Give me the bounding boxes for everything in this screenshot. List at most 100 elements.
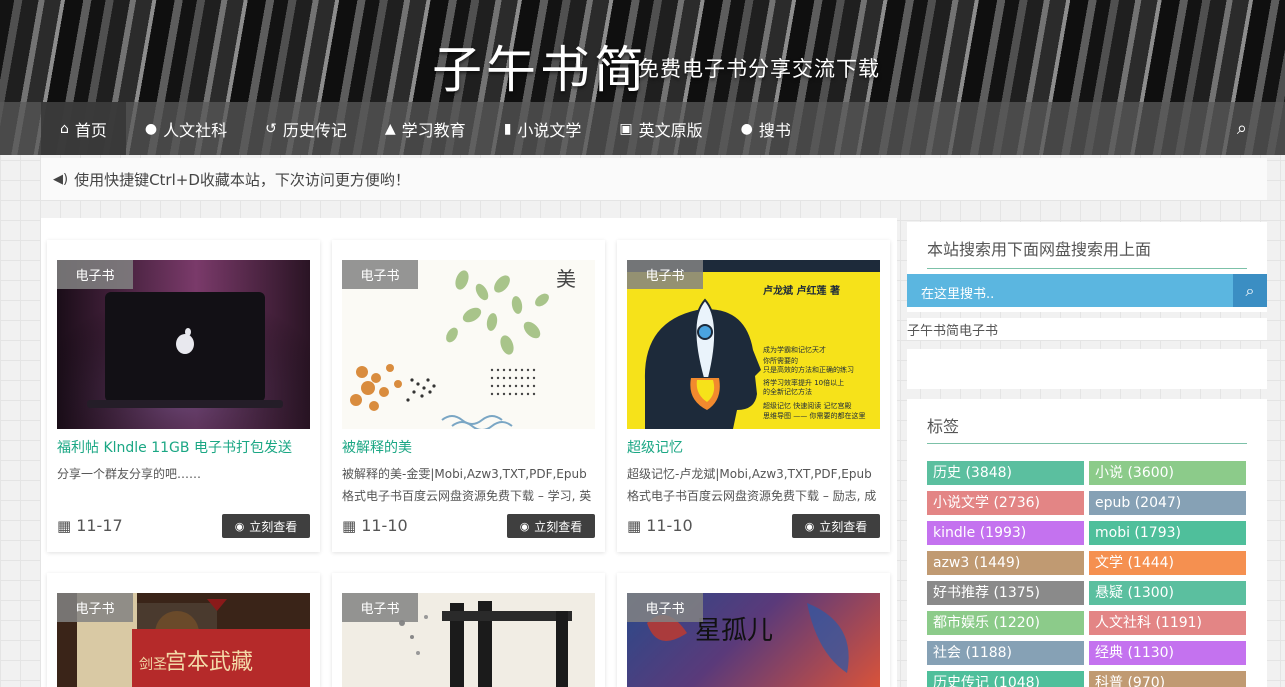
tag-chip[interactable]: 科普 (970): [1089, 671, 1246, 687]
tag-chip[interactable]: 小说 (3600): [1089, 461, 1246, 485]
post-card: 星孤儿 电子书: [617, 573, 890, 687]
search-icon[interactable]: ⌕: [1237, 118, 1247, 139]
post-excerpt: 被解释的美-金雯|Mobi,Azw3,TXT,PDF,Epub格式电子书百度云网…: [342, 467, 592, 503]
nav-item[interactable]: ▣ 英文原版: [600, 102, 721, 155]
globe-icon: ●: [740, 120, 753, 137]
post-thumbnail[interactable]: 卢龙斌 卢红莲 著 成为学霸和记忆天才 你所需要的 只是高效的方法和正确的练习 …: [627, 260, 880, 429]
tag-chip[interactable]: kindle (1993): [927, 521, 1084, 545]
post-date-text: 11-10: [361, 516, 408, 535]
nav-item-label: 搜书: [758, 120, 791, 140]
category-badge[interactable]: 电子书: [57, 593, 133, 622]
main-nav: ⌂ 首页 ● 人文社科 ↺ 历史传记 ▲ 学习教育 ▮ 小说文学 ▣ 英文原版 ● 搜书 ⌕: [0, 102, 1285, 155]
nav-item-label: 历史传记: [282, 120, 347, 140]
category-badge[interactable]: 电子书: [627, 593, 703, 622]
eye-icon: ◉: [519, 519, 530, 533]
nav-item[interactable]: ⌂ 首页: [41, 102, 126, 155]
nav-item[interactable]: ▮ 小说文学: [485, 102, 601, 155]
nav-item-label: 小说文学: [517, 120, 582, 140]
svg-text:你所需要的: 你所需要的: [763, 356, 798, 365]
nav-item[interactable]: ● 人文社科: [126, 102, 246, 155]
nav-item[interactable]: ▲ 学习教育: [366, 102, 485, 155]
post-title[interactable]: 被解释的美: [342, 437, 412, 457]
image-widget: 子午书简电子书: [907, 318, 1267, 340]
tag-chip[interactable]: 人文社科 (1191): [1089, 611, 1246, 635]
search-submit-button[interactable]: ⌕: [1233, 274, 1267, 307]
post-date-text: 11-17: [76, 516, 123, 535]
category-badge[interactable]: 电子书: [342, 593, 418, 622]
post-card: 电子书: [332, 573, 605, 687]
eye-icon: ◉: [234, 519, 245, 533]
post-date: ▦ 11-10: [342, 516, 408, 535]
tag-chip[interactable]: azw3 (1449): [927, 551, 1084, 575]
svg-text:超级记忆 快速阅读 记忆宫殿: 超级记忆 快速阅读 记忆宫殿: [763, 401, 851, 410]
tag-chip[interactable]: 文学 (1444): [1089, 551, 1246, 575]
post-title[interactable]: 福利帖 Klndle 11GB 电子书打包发送: [57, 437, 292, 457]
site-subtitle: 免费电子书分享交流下载: [638, 57, 880, 81]
read-more-label: 立刻查看: [819, 519, 868, 534]
post-thumbnail[interactable]: 宫本武藏 剑圣 电子书: [57, 593, 310, 687]
svg-text:只是高效的方法和正确的练习: 只是高效的方法和正确的练习: [763, 365, 854, 374]
broken-image-alt[interactable]: 子午书简电子书: [907, 320, 998, 339]
tag-chip[interactable]: epub (2047): [1089, 491, 1246, 515]
tags-heading: 标签: [927, 417, 960, 436]
blank-widget: [907, 349, 1267, 389]
calendar-icon: ▦: [342, 516, 357, 535]
graduation-cap-icon: ▲: [384, 120, 396, 137]
post-date: ▦ 11-17: [57, 516, 123, 535]
post-thumbnail[interactable]: 美 电子书: [342, 260, 595, 429]
cover-char: 美: [556, 267, 576, 291]
post-thumbnail[interactable]: 星孤儿 电子书: [627, 593, 880, 687]
post-excerpt: 分享一个群友分享的吧……: [57, 467, 202, 481]
post-card: 美 电子书 被解释的美 被解释的美-金雯|Mobi,Azw3,TXT,PDF,E…: [332, 240, 605, 552]
site-search-form: 在这里搜书.. ⌕: [907, 274, 1267, 307]
read-more-label: 立刻查看: [534, 519, 583, 534]
post-card: 宫本武藏 剑圣 电子书: [47, 573, 320, 687]
category-badge[interactable]: 电子书: [342, 260, 418, 289]
category-badge[interactable]: 电子书: [57, 260, 133, 289]
divider: [927, 443, 1247, 444]
post-card: 电子书 福利帖 Klndle 11GB 电子书打包发送 分享一个群友分享的吧………: [47, 240, 320, 552]
nav-item-label: 英文原版: [638, 120, 703, 140]
calendar-icon: ▦: [627, 516, 642, 535]
site-title[interactable]: 子午书简: [432, 30, 648, 102]
tag-chip[interactable]: 社会 (1188): [927, 641, 1084, 665]
search-widget-heading: 本站搜索用下面网盘搜索用上面: [927, 240, 1152, 259]
read-more-button[interactable]: ◉ 立刻查看: [792, 514, 880, 538]
nav-item[interactable]: ● 搜书: [722, 102, 810, 155]
history-icon: ↺: [265, 120, 277, 137]
nav-item-label: 首页: [74, 120, 107, 140]
svg-text:思维导图 —— 你需要的都在这里: 思维导图 —— 你需要的都在这里: [763, 411, 865, 420]
tag-chip[interactable]: 都市娱乐 (1220): [927, 611, 1084, 635]
cover-side-text: 剑圣: [139, 657, 167, 673]
volume-icon: ◀): [53, 171, 69, 187]
cover-title: 星孤儿: [695, 616, 773, 646]
tag-chip[interactable]: mobi (1793): [1089, 521, 1246, 545]
read-more-button[interactable]: ◉ 立刻查看: [222, 514, 310, 538]
book-icon: ▮: [503, 120, 512, 137]
tag-chip[interactable]: 小说文学 (2736): [927, 491, 1084, 515]
tag-chip[interactable]: 历史 (3848): [927, 461, 1084, 485]
nav-item[interactable]: ↺ 历史传记: [246, 102, 366, 155]
category-badge[interactable]: 电子书: [627, 260, 703, 289]
globe-icon: ●: [144, 120, 158, 137]
home-icon: ⌂: [60, 120, 69, 137]
svg-text:将学习效率提升 10倍以上: 将学习效率提升 10倍以上: [763, 378, 844, 387]
nav-item-label: 学习教育: [401, 120, 466, 140]
post-card: 卢龙斌 卢红莲 著 成为学霸和记忆天才 你所需要的 只是高效的方法和正确的练习 …: [617, 240, 890, 552]
tag-chip[interactable]: 经典 (1130): [1089, 641, 1246, 665]
post-title[interactable]: 超级记忆: [627, 437, 683, 457]
tag-chip[interactable]: 悬疑 (1300): [1089, 581, 1246, 605]
post-thumbnail[interactable]: 电子书: [342, 593, 595, 687]
divider: [927, 268, 1247, 269]
read-more-button[interactable]: ◉ 立刻查看: [507, 514, 595, 538]
search-input[interactable]: 在这里搜书..: [921, 283, 994, 302]
notice-bar: ◀) 使用快捷键Ctrl+D收藏本站，下次访问更方便哟！: [41, 158, 1267, 200]
post-date-text: 11-10: [646, 516, 693, 535]
tags-widget: 标签 历史 (3848) 小说 (3600) 小说文学 (2736) epub (20…: [907, 399, 1267, 687]
post-excerpt: 超级记忆-卢龙斌|Mobi,Azw3,TXT,PDF,Epub格式电子书百度云网…: [627, 467, 877, 503]
tag-chip[interactable]: 历史传记 (1048): [927, 671, 1084, 687]
tag-chip[interactable]: 好书推荐 (1375): [927, 581, 1084, 605]
svg-text:成为学霸和记忆天才: 成为学霸和记忆天才: [763, 345, 826, 354]
nav-item-label: 人文社科: [163, 120, 228, 140]
post-thumbnail[interactable]: 电子书: [57, 260, 310, 429]
